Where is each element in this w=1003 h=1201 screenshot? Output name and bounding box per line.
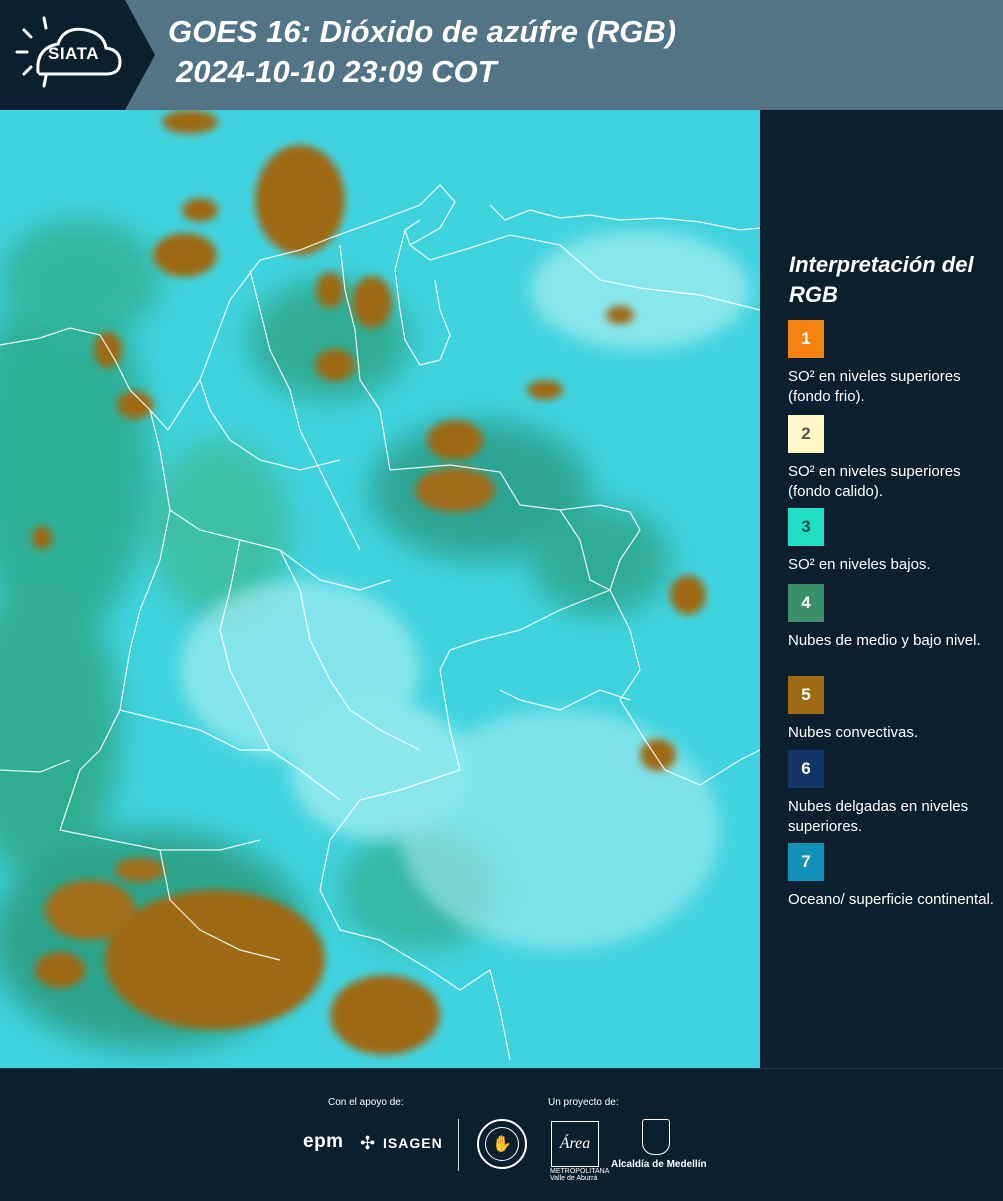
legend-item-label: Nubes delgadas en niveles superiores. — [788, 798, 969, 835]
legend-item-7: 7 Oceano/ superficie continental. — [788, 843, 998, 930]
page-timestamp: 2024-10-10 23:09 COT — [176, 54, 497, 89]
map-image — [0, 110, 760, 1068]
satellite-map — [0, 110, 760, 1068]
legend-swatch: 2 — [788, 415, 824, 453]
support-label: Con el apoyo de: — [328, 1097, 404, 1108]
legend-panel: Interpretación del RGB 1 SO² en niveles s… — [760, 110, 1003, 1068]
alcaldia-shield-icon — [642, 1119, 670, 1155]
isagen-icon: ✣ — [360, 1133, 376, 1153]
alcaldia-logo-text: Alcaldía de Medellín — [611, 1159, 707, 1170]
legend-item-label: Oceano/ superficie continental. — [788, 891, 994, 908]
legend-item-label: Nubes de medio y bajo nivel. — [788, 632, 981, 649]
footer: Con el apoyo de: Un proyecto de: epm ✣ I… — [0, 1068, 1003, 1201]
siata-logo-text: SIATA — [48, 44, 99, 63]
isagen-logo: ISAGEN — [383, 1135, 443, 1151]
legend-swatch: 5 — [788, 676, 824, 714]
project-label: Un proyecto de: — [548, 1097, 619, 1108]
legend-item-6: 6 Nubes delgadas en niveles superiores. — [788, 750, 998, 837]
siata-logo: SIATA — [0, 0, 155, 110]
header: SIATA GOES 16: Dióxido de azúfre (RGB) 2… — [0, 0, 1003, 110]
epm-logo: epm — [303, 1131, 344, 1152]
footer-divider — [458, 1119, 459, 1171]
legend-item-1: 1 SO² en niveles superiores (fondo frio). — [788, 320, 998, 407]
legend-item-2: 2 SO² en niveles superiores (fondo calido… — [788, 415, 998, 502]
area-metropolitana-subtitle: METROPOLITANA Valle de Aburrá — [550, 1168, 609, 1182]
legend-title: Interpretación del RGB — [789, 252, 974, 307]
area-metropolitana-logo: Área — [551, 1121, 599, 1167]
page-title: GOES 16: Dióxido de azúfre (RGB) — [168, 14, 677, 49]
legend-swatch: 7 — [788, 843, 824, 881]
legend-swatch: 4 — [788, 584, 824, 622]
legend-item-3: 3 SO² en niveles bajos. — [788, 508, 998, 595]
legend-item-label: SO² en niveles superiores (fondo frio). — [788, 368, 961, 405]
seal-inner-icon: ✋ — [485, 1127, 519, 1161]
legend-swatch: 1 — [788, 320, 824, 358]
university-seal-icon: ✋ — [477, 1119, 527, 1169]
legend-swatch: 6 — [788, 750, 824, 788]
legend-item-4: 4 Nubes de medio y bajo nivel. — [788, 584, 998, 671]
legend-item-label: SO² en niveles superiores (fondo calido)… — [788, 463, 961, 500]
legend-swatch: 3 — [788, 508, 824, 546]
